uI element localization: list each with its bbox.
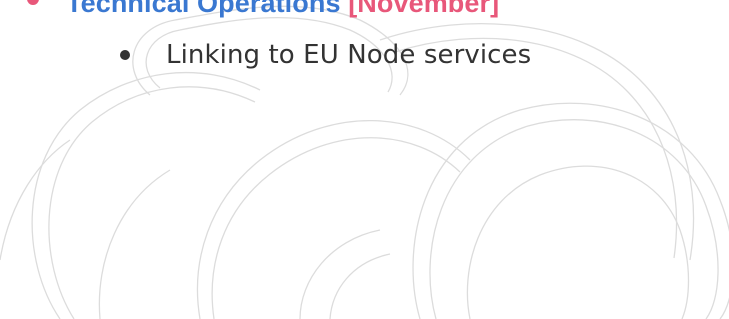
slide: Technical Operations [November] Linking … (0, 0, 729, 319)
heading-title: Technical Operations (66, 0, 341, 18)
list-item-text: Linking to EU Node services (166, 40, 532, 70)
heading-month-tag: [November] (348, 0, 500, 18)
bullet-dot-icon (120, 50, 130, 60)
section-heading-text: Technical Operations [November] (66, 0, 499, 19)
